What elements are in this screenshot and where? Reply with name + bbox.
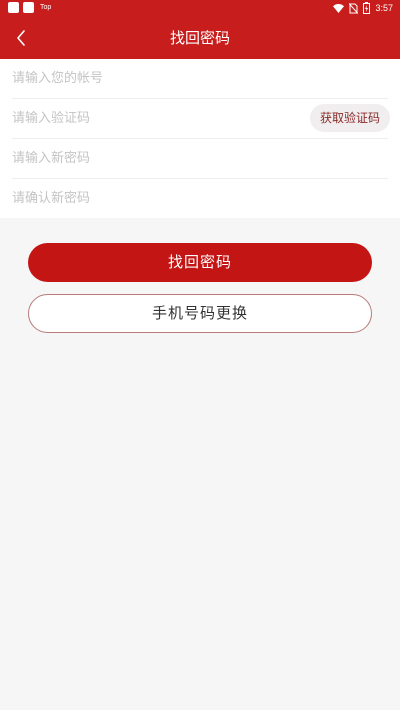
recovery-form: 获取验证码: [0, 59, 400, 218]
new-password-input[interactable]: [12, 139, 302, 178]
status-bar: Top 3:57: [0, 0, 400, 17]
account-input[interactable]: [12, 59, 302, 98]
code-row: 获取验证码: [0, 99, 400, 138]
no-sim-icon: [349, 2, 359, 14]
account-row: [0, 59, 400, 98]
get-code-button[interactable]: 获取验证码: [310, 104, 390, 132]
recover-password-button[interactable]: 找回密码: [28, 243, 372, 282]
notification-icon: [8, 2, 19, 13]
status-app-label: Top: [40, 4, 52, 11]
status-bar-left: Top: [8, 2, 51, 13]
change-phone-button[interactable]: 手机号码更换: [28, 294, 372, 333]
wifi-icon: [333, 3, 345, 13]
notification-icon: [23, 2, 34, 13]
header-bar: 找回密码: [0, 17, 400, 59]
status-time: 3:57: [375, 3, 393, 13]
verification-code-input[interactable]: [12, 99, 302, 138]
confirm-password-input[interactable]: [12, 179, 302, 218]
status-bar-right: 3:57: [333, 2, 393, 14]
page-title: 找回密码: [169, 29, 230, 47]
battery-icon: [363, 2, 371, 14]
confirm-password-row: [0, 179, 400, 218]
new-password-row: [0, 139, 400, 178]
